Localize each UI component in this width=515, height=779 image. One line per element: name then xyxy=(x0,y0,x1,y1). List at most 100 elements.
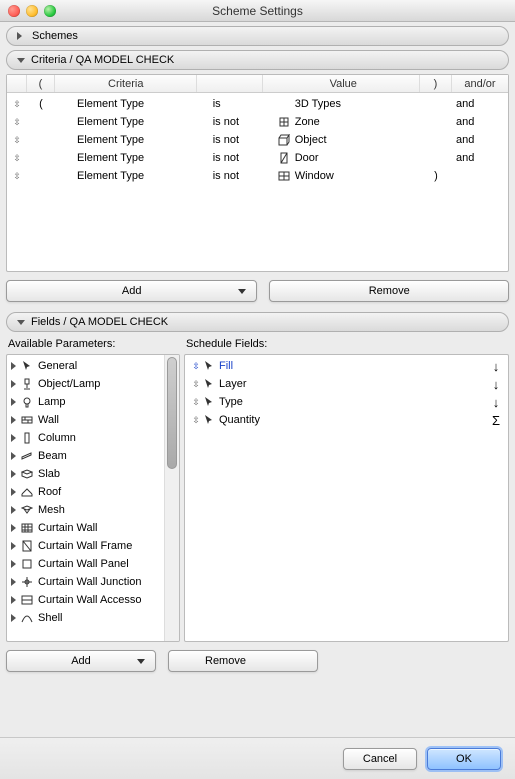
criteria-row[interactable]: ⇳ Element Type is not Window ) xyxy=(7,167,508,185)
available-param-item[interactable]: Wall xyxy=(7,411,164,429)
section-fields[interactable]: Fields / QA MODEL CHECK xyxy=(6,312,509,332)
section-schemes[interactable]: Schemes xyxy=(6,26,509,46)
criteria-buttons: Add Remove xyxy=(6,280,509,302)
criteria-row[interactable]: ⇳ Element Type is not Door and xyxy=(7,149,508,167)
criteria-row[interactable]: ⇳ Element Type is not Zone and xyxy=(7,113,508,131)
available-param-item[interactable]: Curtain Wall Panel xyxy=(7,555,164,573)
drag-handle-icon[interactable]: ⇳ xyxy=(7,99,27,110)
disclosure-right-icon xyxy=(11,578,16,586)
disclosure-right-icon xyxy=(17,32,26,40)
criteria-name[interactable]: Element Type xyxy=(55,152,211,164)
aggregation-indicator[interactable]: ↓ xyxy=(484,359,508,374)
schedule-field-item[interactable]: ⇳ Layer ↓ xyxy=(185,375,508,393)
criteria-operator[interactable]: is not xyxy=(211,116,277,128)
available-param-item[interactable]: Curtain Wall xyxy=(7,519,164,537)
criteria-andor[interactable]: and xyxy=(452,98,508,110)
criteria-header-open: ( xyxy=(27,75,55,92)
criteria-value-text: 3D Types xyxy=(295,98,341,110)
mesh-icon xyxy=(20,504,34,516)
minimize-window-button[interactable] xyxy=(26,5,38,17)
criteria-operator[interactable]: is xyxy=(211,98,277,110)
criteria-operator[interactable]: is not xyxy=(211,170,277,182)
disclosure-right-icon xyxy=(11,434,16,442)
criteria-value-text: Door xyxy=(295,152,319,164)
available-param-item[interactable]: Slab xyxy=(7,465,164,483)
criteria-row[interactable]: ⇳ Element Type is not Object and xyxy=(7,131,508,149)
criteria-andor[interactable]: and xyxy=(452,134,508,146)
schedule-field-label: Layer xyxy=(219,378,484,390)
available-param-item[interactable]: Shell xyxy=(7,609,164,627)
criteria-header-criteria: Criteria xyxy=(55,75,197,92)
criteria-name[interactable]: Element Type xyxy=(55,98,211,110)
scrollbar[interactable] xyxy=(164,355,179,641)
available-param-item[interactable]: Beam xyxy=(7,447,164,465)
available-param-item[interactable]: Lamp xyxy=(7,393,164,411)
available-param-item[interactable]: Object/Lamp xyxy=(7,375,164,393)
drag-handle-icon[interactable]: ⇳ xyxy=(7,153,27,164)
drag-handle-icon[interactable]: ⇳ xyxy=(7,117,27,128)
criteria-operator[interactable]: is not xyxy=(211,134,277,146)
disclosure-right-icon xyxy=(11,542,16,550)
criteria-row[interactable]: ⇳ ( Element Type is 3D Types and xyxy=(7,95,508,113)
fields-area: Available Parameters: General Object/Lam… xyxy=(6,336,509,642)
drag-handle-icon[interactable]: ⇳ xyxy=(189,397,203,408)
criteria-andor[interactable]: and xyxy=(452,116,508,128)
criteria-operator[interactable]: is not xyxy=(211,152,277,164)
disclosure-right-icon xyxy=(11,488,16,496)
zoom-window-button[interactable] xyxy=(44,5,56,17)
criteria-value[interactable]: Object xyxy=(277,134,420,146)
close-window-button[interactable] xyxy=(8,5,20,17)
criteria-andor[interactable]: and xyxy=(452,152,508,164)
available-param-item[interactable]: Column xyxy=(7,429,164,447)
criteria-remove-button[interactable]: Remove xyxy=(269,280,509,302)
available-param-item[interactable]: Roof xyxy=(7,483,164,501)
available-param-item[interactable]: Curtain Wall Frame xyxy=(7,537,164,555)
fields-remove-button[interactable]: Remove xyxy=(168,650,318,672)
criteria-add-button[interactable]: Add xyxy=(6,280,257,302)
ok-button[interactable]: OK xyxy=(427,748,501,770)
criteria-rows: ⇳ ( Element Type is 3D Types and ⇳ Eleme… xyxy=(7,93,508,185)
disclosure-right-icon xyxy=(11,614,16,622)
scrollbar-thumb[interactable] xyxy=(167,357,177,469)
criteria-open-paren[interactable]: ( xyxy=(27,98,55,110)
aggregation-indicator[interactable]: Σ xyxy=(484,413,508,428)
available-param-label: Roof xyxy=(38,486,61,498)
drag-handle-icon[interactable]: ⇳ xyxy=(189,379,203,390)
criteria-remove-label: Remove xyxy=(369,285,410,297)
criteria-name[interactable]: Element Type xyxy=(55,134,211,146)
schedule-field-item[interactable]: ⇳ Quantity Σ xyxy=(185,411,508,429)
drag-handle-icon[interactable]: ⇳ xyxy=(7,135,27,146)
cancel-button[interactable]: Cancel xyxy=(343,748,417,770)
criteria-add-label: Add xyxy=(122,285,142,297)
fields-add-button[interactable]: Add xyxy=(6,650,156,672)
schedule-field-label: Quantity xyxy=(219,414,484,426)
available-param-item[interactable]: Mesh xyxy=(7,501,164,519)
section-criteria[interactable]: Criteria / QA MODEL CHECK xyxy=(6,50,509,70)
available-param-item[interactable]: General xyxy=(7,357,164,375)
criteria-name[interactable]: Element Type xyxy=(55,116,211,128)
criteria-value[interactable]: Window xyxy=(277,170,420,182)
criteria-header-andor: and/or xyxy=(452,75,508,92)
criteria-value[interactable]: Door xyxy=(277,152,420,164)
criteria-name[interactable]: Element Type xyxy=(55,170,211,182)
schedule-field-label: Type xyxy=(219,396,484,408)
available-parameters-column: Available Parameters: General Object/Lam… xyxy=(6,336,180,642)
object-icon xyxy=(277,134,291,146)
pointer-icon xyxy=(203,396,219,408)
schedule-field-item[interactable]: ⇳ Fill ↓ xyxy=(185,357,508,375)
drag-handle-icon[interactable]: ⇳ xyxy=(7,171,27,182)
available-param-item[interactable]: Curtain Wall Junction xyxy=(7,573,164,591)
fields-buttons: Add Remove xyxy=(6,650,509,672)
available-param-item[interactable]: Curtain Wall Accesso xyxy=(7,591,164,609)
aggregation-indicator[interactable]: ↓ xyxy=(484,395,508,410)
drag-handle-icon[interactable]: ⇳ xyxy=(189,361,203,372)
drag-handle-icon[interactable]: ⇳ xyxy=(189,415,203,426)
criteria-value[interactable]: Zone xyxy=(277,116,420,128)
available-parameters-list[interactable]: General Object/Lamp Lamp Wall Column Bea… xyxy=(6,354,180,642)
disclosure-right-icon xyxy=(11,452,16,460)
criteria-close-paren[interactable]: ) xyxy=(420,170,452,182)
schedule-field-item[interactable]: ⇳ Type ↓ xyxy=(185,393,508,411)
schedule-fields-list[interactable]: ⇳ Fill ↓ ⇳ Layer ↓ ⇳ Type ↓ ⇳ Quantity Σ xyxy=(184,354,509,642)
criteria-value[interactable]: 3D Types xyxy=(277,98,420,110)
aggregation-indicator[interactable]: ↓ xyxy=(484,377,508,392)
